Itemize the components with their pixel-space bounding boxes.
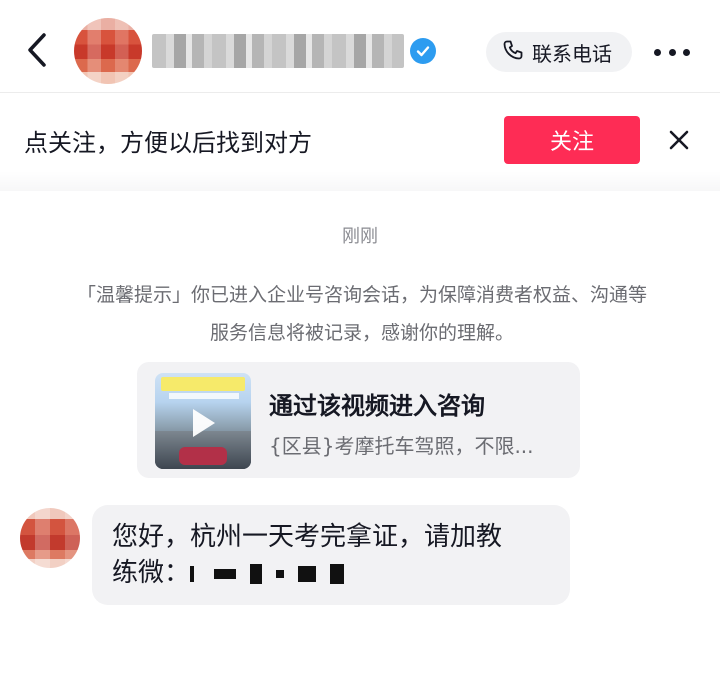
message-line-1: 您好，杭州一天考完拿证，请加教 <box>112 522 503 552</box>
message-bubble[interactable]: 您好，杭州一天考完拿证，请加教 练微： <box>92 505 570 605</box>
sender-avatar[interactable] <box>20 508 80 568</box>
message-line-2-text: 练微： <box>112 558 191 588</box>
close-icon[interactable] <box>666 127 692 153</box>
contact-phone-label: 联系电话 <box>532 41 612 66</box>
contact-phone-button[interactable]: 联系电话 <box>486 32 632 72</box>
avatar[interactable] <box>74 18 142 84</box>
account-name-redacted[interactable] <box>152 34 404 68</box>
video-card-title: 通过该视频进入咨询 <box>269 392 485 420</box>
redacted-wechat-id <box>330 563 345 584</box>
play-icon <box>193 409 215 437</box>
verified-badge-icon <box>410 38 436 64</box>
follow-banner: 点关注，方便以后找到对方 关注 <box>0 93 720 191</box>
redacted-wechat-id <box>214 568 237 579</box>
more-icon[interactable] <box>654 44 690 60</box>
message-timestamp: 刚刚 <box>342 226 378 247</box>
redacted-wechat-id <box>190 565 195 582</box>
redacted-wechat-id <box>250 563 263 584</box>
redacted-wechat-id <box>276 569 285 578</box>
video-thumbnail <box>155 373 251 469</box>
system-notice: 「温馨提示」你已进入企业号咨询会话，为保障消费者权益、沟通等服务信息将被记录，感… <box>76 284 647 344</box>
top-bar: 联系电话 <box>0 0 720 92</box>
follow-button[interactable]: 关注 <box>504 116 640 164</box>
phone-icon <box>502 39 524 66</box>
redacted-wechat-id <box>298 565 317 582</box>
message-line-2: 练微： <box>112 555 550 591</box>
back-arrow-icon[interactable] <box>20 30 54 70</box>
video-card-subtitle: {区县}考摩托车驾照，不限... <box>269 434 534 458</box>
video-consult-card[interactable]: 通过该视频进入咨询 {区县}考摩托车驾照，不限... <box>137 362 580 478</box>
follow-prompt-text: 点关注，方便以后找到对方 <box>24 129 312 157</box>
